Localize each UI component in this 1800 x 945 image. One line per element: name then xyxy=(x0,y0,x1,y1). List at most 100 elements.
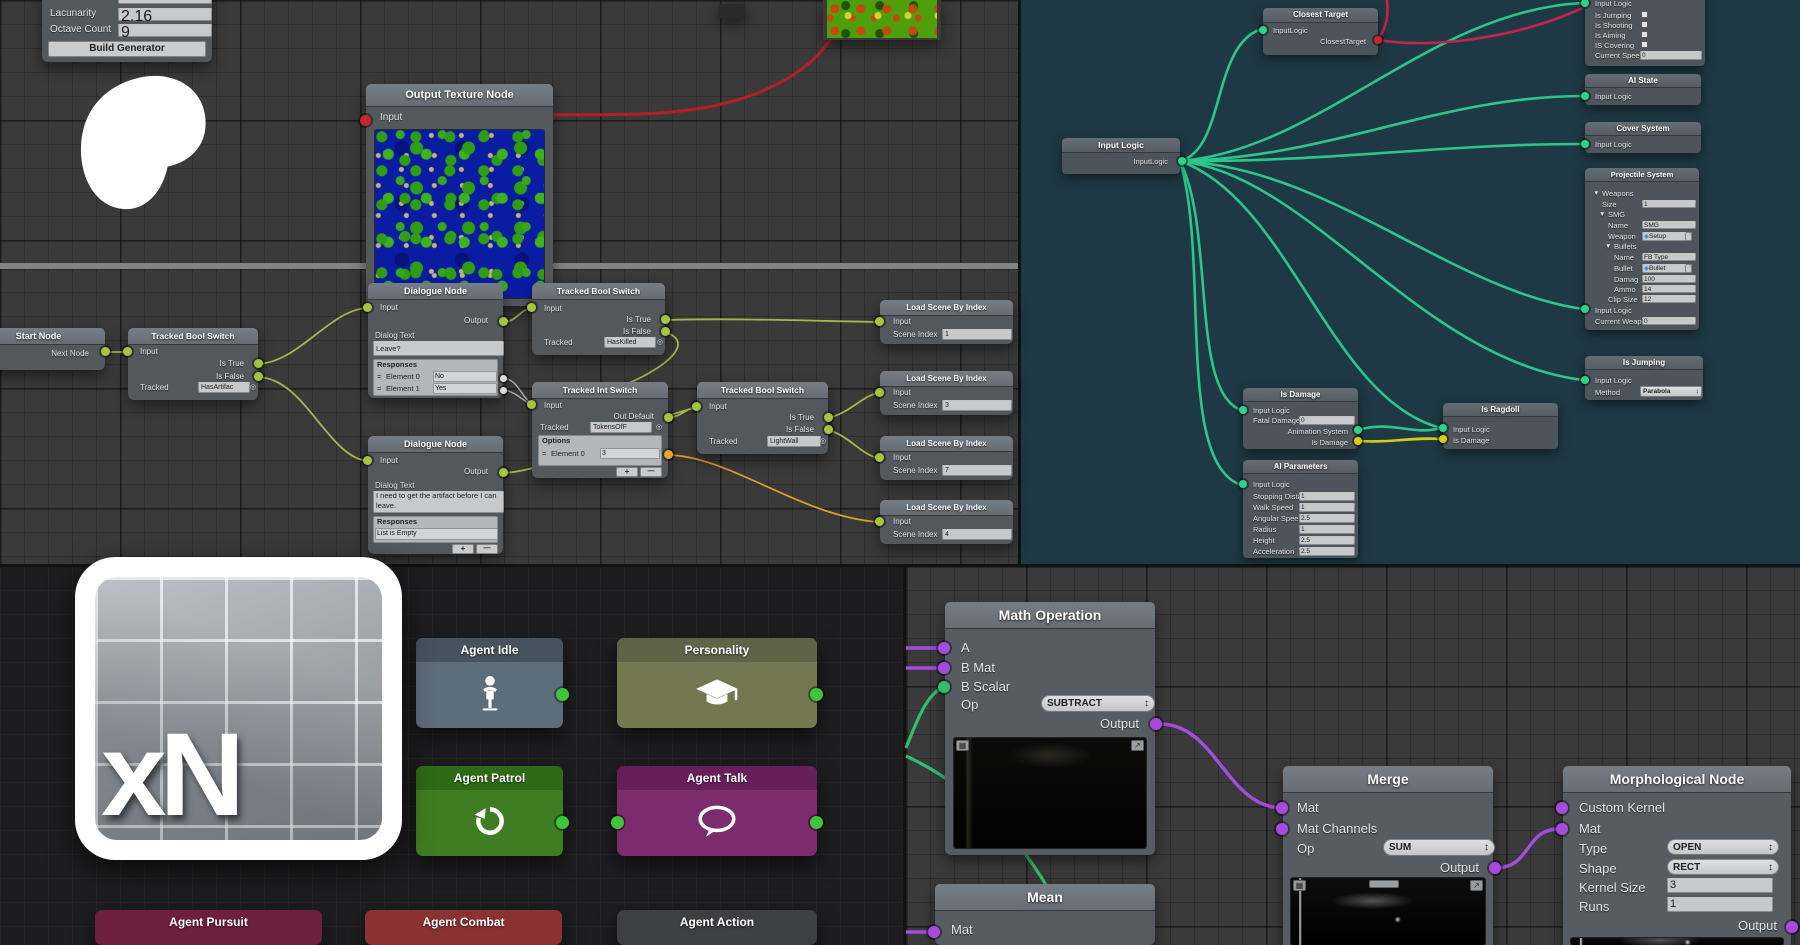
cover-system-node[interactable]: Cover System Input Logic xyxy=(1585,122,1701,153)
load-scene-node-2[interactable]: Load Scene By Index Input Scene Index 3 xyxy=(880,371,1013,415)
is-ragdoll-header[interactable]: Is Ragdoll xyxy=(1443,403,1558,417)
lacunarity-field[interactable]: 2.16 xyxy=(118,8,212,21)
load-scene-header[interactable]: Load Scene By Index xyxy=(880,371,1013,387)
input-port[interactable] xyxy=(1581,140,1589,148)
tracked-object-field[interactable]: LightWall xyxy=(767,436,821,447)
load-scene-node-1[interactable]: Load Scene By Index Input Scene Index 1 xyxy=(880,300,1013,344)
tis-header[interactable]: Tracked Int Switch xyxy=(532,382,668,399)
op-dropdown[interactable]: SUM↕ xyxy=(1383,839,1495,856)
agent-patrol-header[interactable]: Agent Patrol xyxy=(416,766,563,790)
mat-port[interactable] xyxy=(928,926,940,938)
morphological-node[interactable]: Morphological Node Custom Kernel Mat Typ… xyxy=(1563,766,1791,945)
load-scene-node-3[interactable]: Load Scene By Index Input Scene Index 7 xyxy=(880,436,1013,480)
input-port[interactable] xyxy=(875,517,884,526)
tracked-bool-switch-2[interactable]: Tracked Bool Switch Input Is True Is Fal… xyxy=(532,283,665,355)
dialogue-node-1[interactable]: Dialogue Node Input Output Dialog Text L… xyxy=(368,283,503,398)
input-port[interactable] xyxy=(875,317,884,326)
output-port[interactable] xyxy=(499,468,508,477)
dialogue2-header[interactable]: Dialogue Node xyxy=(368,436,503,453)
input-port[interactable] xyxy=(527,400,536,409)
is-damage-out-port[interactable] xyxy=(1354,437,1362,445)
mat-port[interactable] xyxy=(1276,802,1288,814)
dialogue-node-2[interactable]: Dialogue Node Input Output Dialog Text I… xyxy=(368,436,503,554)
input-port[interactable] xyxy=(360,115,371,126)
agent-pursuit-header[interactable]: Agent Pursuit xyxy=(95,910,322,934)
agent-idle-header[interactable]: Agent Idle xyxy=(416,638,563,662)
object-picker-icon[interactable]: ◎ xyxy=(820,437,826,445)
ai-state-header[interactable]: AI State xyxy=(1585,74,1701,88)
ai-parameters-header[interactable]: AI Parameters xyxy=(1243,460,1358,474)
agent-idle-out-port[interactable] xyxy=(556,688,569,701)
drag-handle-icon[interactable]: = xyxy=(377,384,381,393)
projectile-header[interactable]: Projectile System xyxy=(1585,168,1699,182)
bullets-foldout-icon[interactable]: ▼ xyxy=(1605,243,1611,250)
current-speed-field[interactable]: 0 xyxy=(1640,51,1702,60)
element0-port[interactable] xyxy=(500,375,507,382)
tracked-object-field[interactable]: HasKilled xyxy=(604,337,656,348)
canvas-dialogue-editor[interactable] xyxy=(0,268,1020,564)
input-port[interactable] xyxy=(363,303,372,312)
is-jumping-checkbox[interactable] xyxy=(1641,11,1648,18)
a-port[interactable] xyxy=(938,642,950,654)
remove-response-button[interactable]: — xyxy=(476,544,498,554)
remove-option-button[interactable]: — xyxy=(640,467,662,477)
agent-patrol-node[interactable]: Agent Patrol xyxy=(416,766,563,856)
animation-system-port[interactable] xyxy=(1354,426,1362,434)
is-true-port[interactable] xyxy=(661,315,670,324)
texture-preview-node[interactable] xyxy=(823,0,941,40)
projectile-system-node[interactable]: Projectile System ▼ Weapons Size 1 ▼ SMG… xyxy=(1585,168,1699,330)
angular-speed-field[interactable]: 2.5 xyxy=(1299,514,1355,523)
tbs2-header[interactable]: Tracked Bool Switch xyxy=(532,283,665,300)
kernel-size-field[interactable]: 3 xyxy=(1667,878,1773,893)
scene-index-field[interactable]: 4 xyxy=(942,529,1012,540)
tracked-bool-switch-3[interactable]: Tracked Bool Switch Input Is True Is Fal… xyxy=(697,382,828,454)
output-texture-node[interactable]: Output Texture Node Input xyxy=(366,84,553,306)
object-picker-icon[interactable]: ◎ xyxy=(250,383,256,391)
is-shooting-checkbox[interactable] xyxy=(1641,21,1648,28)
noise-generator-node[interactable]: Lacunarity 2.16 Octave Count 9 Build Gen… xyxy=(42,0,212,62)
current-weapon-field[interactable]: 0 xyxy=(1642,317,1696,325)
input-port[interactable] xyxy=(875,388,884,397)
input-port[interactable] xyxy=(123,347,132,356)
ai-parameters-node[interactable]: AI Parameters Input Logic Stopping Dista… xyxy=(1243,460,1358,558)
is-damage-header[interactable]: Is Damage xyxy=(1243,388,1358,402)
is-false-port[interactable] xyxy=(824,425,833,434)
agent-talk-out-port[interactable] xyxy=(810,816,823,829)
mat-channels-port[interactable] xyxy=(1276,823,1288,835)
mean-node[interactable]: Mean Mat xyxy=(935,884,1155,945)
add-option-button[interactable]: + xyxy=(616,467,638,477)
drag-handle-icon[interactable]: = xyxy=(377,372,381,381)
is-covering-checkbox[interactable] xyxy=(1641,41,1648,48)
damage-field[interactable]: 100 xyxy=(1642,275,1696,283)
dialog-text-field[interactable]: I need to get the artifact before I can … xyxy=(373,491,504,513)
bullet-object-field[interactable]: ◆Bullet xyxy=(1642,264,1688,273)
element1-field[interactable]: Yes xyxy=(433,383,497,394)
tracked-bool-switch-1[interactable]: Tracked Bool Switch Input Is True Is Fal… xyxy=(128,328,258,400)
is-aiming-checkbox[interactable] xyxy=(1641,31,1648,38)
tbs1-header[interactable]: Tracked Bool Switch xyxy=(128,328,258,345)
output-texture-node-header[interactable]: Output Texture Node xyxy=(366,84,553,107)
tracked-int-switch[interactable]: Tracked Int Switch Input Out Default Tra… xyxy=(532,382,668,478)
preview-channel-pill[interactable] xyxy=(1369,880,1399,888)
object-picker-icon[interactable]: ◎ xyxy=(656,423,662,431)
merge-node[interactable]: Merge Mat Mat Channels Op SUM↕ Output ▦ … xyxy=(1283,766,1493,945)
next-node-port[interactable] xyxy=(101,347,110,356)
math-operation-header[interactable]: Math Operation xyxy=(945,602,1155,629)
math-operation-node[interactable]: Math Operation A B Mat B Scalar Op SUBTR… xyxy=(945,602,1155,855)
input-port[interactable] xyxy=(1581,376,1589,384)
out-default-port[interactable] xyxy=(664,413,673,422)
weapon-object-field[interactable]: ◆Setup xyxy=(1642,232,1688,241)
is-jumping-node[interactable]: Is Jumping Input Logic Method Parabola↕ xyxy=(1585,356,1703,400)
agent-talk-node[interactable]: Agent Talk xyxy=(617,766,817,856)
name-field[interactable]: SMG xyxy=(1642,221,1696,229)
ai-state-node[interactable]: AI State Input Logic xyxy=(1585,74,1701,105)
weapon-picker-button[interactable] xyxy=(1685,232,1692,241)
output-port[interactable] xyxy=(499,317,508,326)
closest-target-node[interactable]: Closest Target InputLogic ClosestTarget xyxy=(1263,8,1378,55)
output-port[interactable] xyxy=(1178,157,1186,165)
personality-out-port[interactable] xyxy=(810,688,823,701)
tracked-object-field[interactable]: HasArtifac xyxy=(198,382,250,393)
morphological-header[interactable]: Morphological Node xyxy=(1563,766,1791,793)
custom-kernel-port[interactable] xyxy=(1556,802,1568,814)
is-false-port[interactable] xyxy=(661,327,670,336)
